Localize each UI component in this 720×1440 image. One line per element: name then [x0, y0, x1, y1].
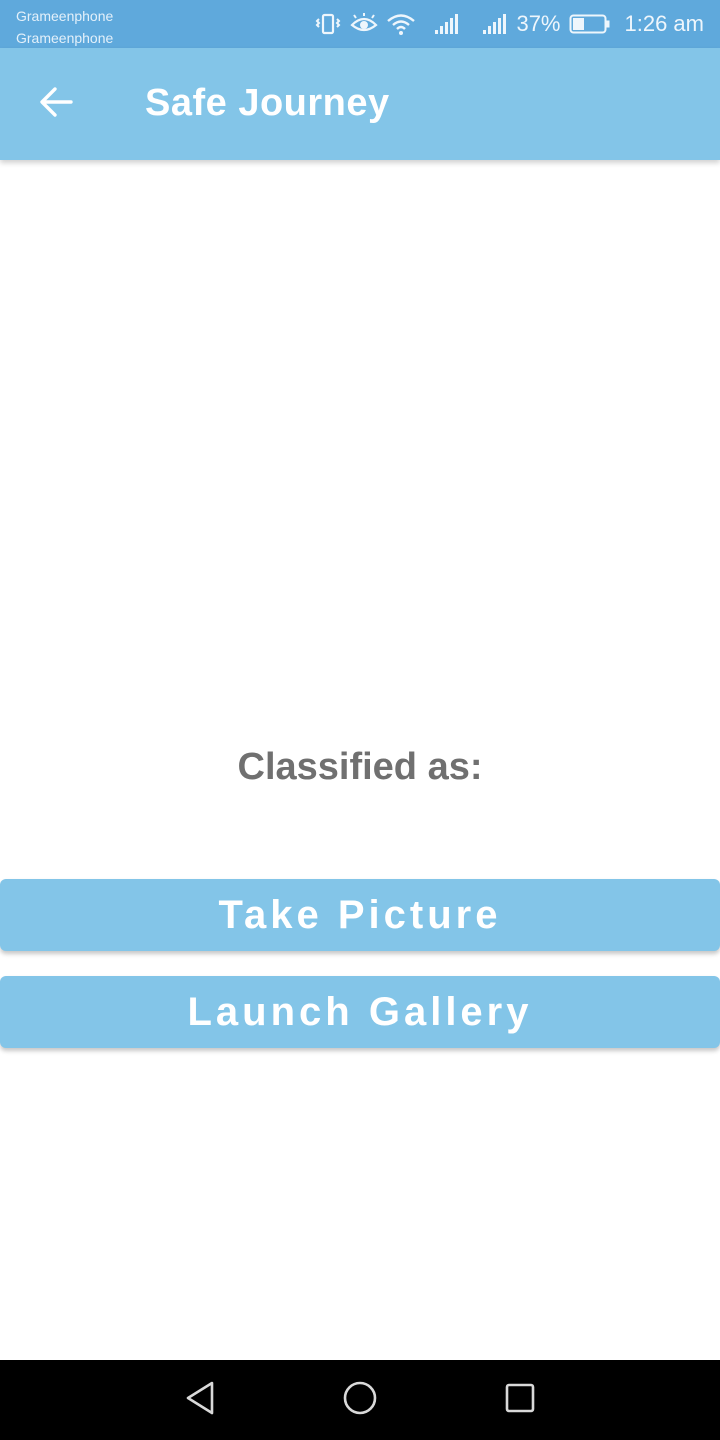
take-picture-button[interactable]: Take Picture — [0, 879, 720, 951]
home-circle-icon — [342, 1380, 378, 1421]
clock: 1:26 am — [624, 11, 705, 36]
navigation-bar — [0, 1360, 720, 1440]
carrier-labels: Grameenphone Grameenphone — [16, 5, 113, 49]
vibrate-icon — [314, 12, 342, 36]
page-title: Safe Journey — [145, 82, 390, 124]
nav-home-button[interactable] — [336, 1376, 384, 1424]
nav-back-button[interactable] — [176, 1376, 224, 1424]
classified-label: Classified as: — [237, 746, 483, 788]
battery-icon — [569, 13, 611, 35]
arrow-left-icon — [38, 86, 74, 123]
eye-icon — [350, 12, 379, 36]
recents-square-icon — [503, 1381, 537, 1420]
back-triangle-icon — [183, 1380, 217, 1421]
nav-recents-button[interactable] — [496, 1376, 544, 1424]
app-bar: Safe Journey — [0, 48, 720, 160]
launch-gallery-button[interactable]: Launch Gallery — [0, 976, 720, 1048]
status-bar: Grameenphone Grameenphone 37% 1:26 am — [0, 0, 720, 48]
carrier-2-label: Grameenphone — [16, 30, 114, 46]
signal-icon — [482, 12, 508, 36]
signal-icon — [434, 12, 460, 36]
battery-percent: 37% — [516, 11, 561, 36]
carrier-1-label: Grameenphone — [16, 8, 114, 24]
back-button[interactable] — [32, 80, 80, 128]
wifi-icon — [386, 12, 416, 36]
status-icons: 37% 1:26 am — [314, 0, 704, 48]
